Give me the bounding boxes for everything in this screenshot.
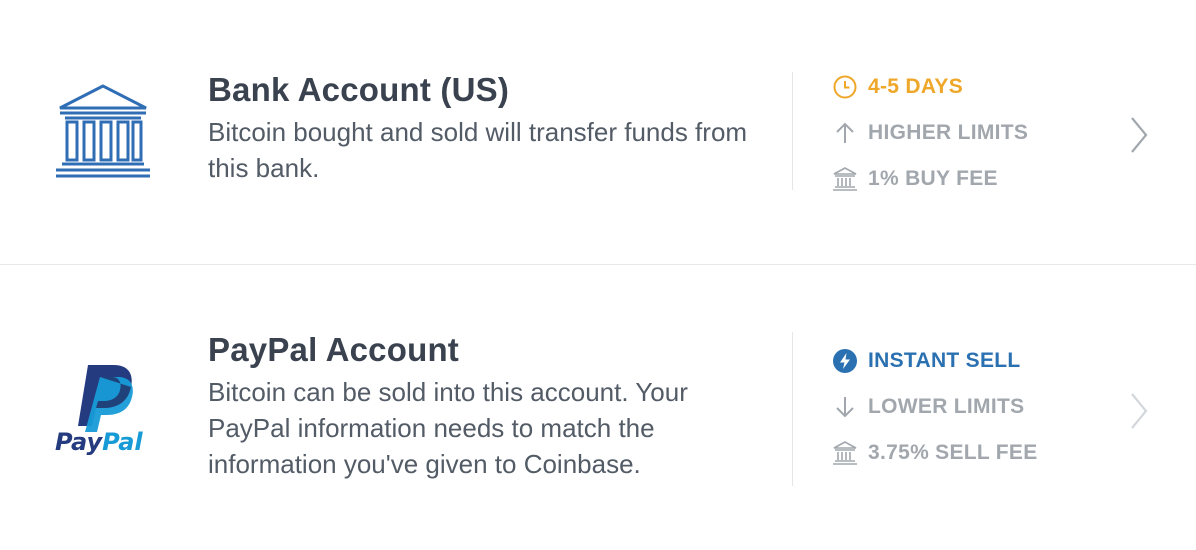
paypal-account-option[interactable]: PayPal PayPal Account Bitcoin can be sol… [0,265,1196,550]
bank-small-icon [832,440,858,466]
bank-account-text: Bank Account (US) Bitcoin bought and sol… [208,70,768,186]
feature-label: INSTANT SELL [868,349,1021,372]
bank-account-title: Bank Account (US) [208,71,510,108]
feature-label: HIGHER LIMITS [868,121,1029,144]
feature-limits: HIGHER LIMITS [832,110,1028,156]
feature-fee: 1% BUY FEE [832,156,1028,202]
paypal-account-title: PayPal Account [208,331,459,368]
chevron-right-icon[interactable] [1128,391,1150,431]
paypal-wordmark: PayPal [55,428,143,456]
feature-label: LOWER LIMITS [868,395,1025,418]
vertical-divider [792,332,793,486]
paypal-mark-icon [78,365,133,432]
arrow-down-icon [832,394,858,420]
chevron-right-icon[interactable] [1128,115,1150,155]
bank-small-icon [832,166,858,192]
paypal-logo: PayPal [52,362,156,458]
paypal-account-description: Bitcoin can be sold into this account. Y… [208,377,688,479]
bank-account-description: Bitcoin bought and sold will transfer fu… [208,117,748,183]
feature-transfer-time: 4-5 DAYS [832,64,1028,110]
vertical-divider [792,72,793,190]
feature-label: 4-5 DAYS [868,75,964,98]
feature-label: 3.75% SELL FEE [868,441,1038,464]
lightning-icon [832,348,858,374]
feature-fee: 3.75% SELL FEE [832,430,1038,476]
feature-transfer-time: INSTANT SELL [832,338,1038,384]
feature-label: 1% BUY FEE [868,167,998,190]
bank-icon [54,82,152,180]
payment-method-list: Bank Account (US) Bitcoin bought and sol… [0,0,1196,550]
feature-limits: LOWER LIMITS [832,384,1038,430]
bank-account-option[interactable]: Bank Account (US) Bitcoin bought and sol… [0,0,1196,264]
arrow-up-icon [832,120,858,146]
clock-icon [832,74,858,100]
paypal-account-features: INSTANT SELL LOWER LIMITS 3.75% SELL FEE [832,338,1038,476]
paypal-account-text: PayPal Account Bitcoin can be sold into … [208,330,768,482]
bank-account-features: 4-5 DAYS HIGHER LIMITS 1% BUY FEE [832,64,1028,202]
